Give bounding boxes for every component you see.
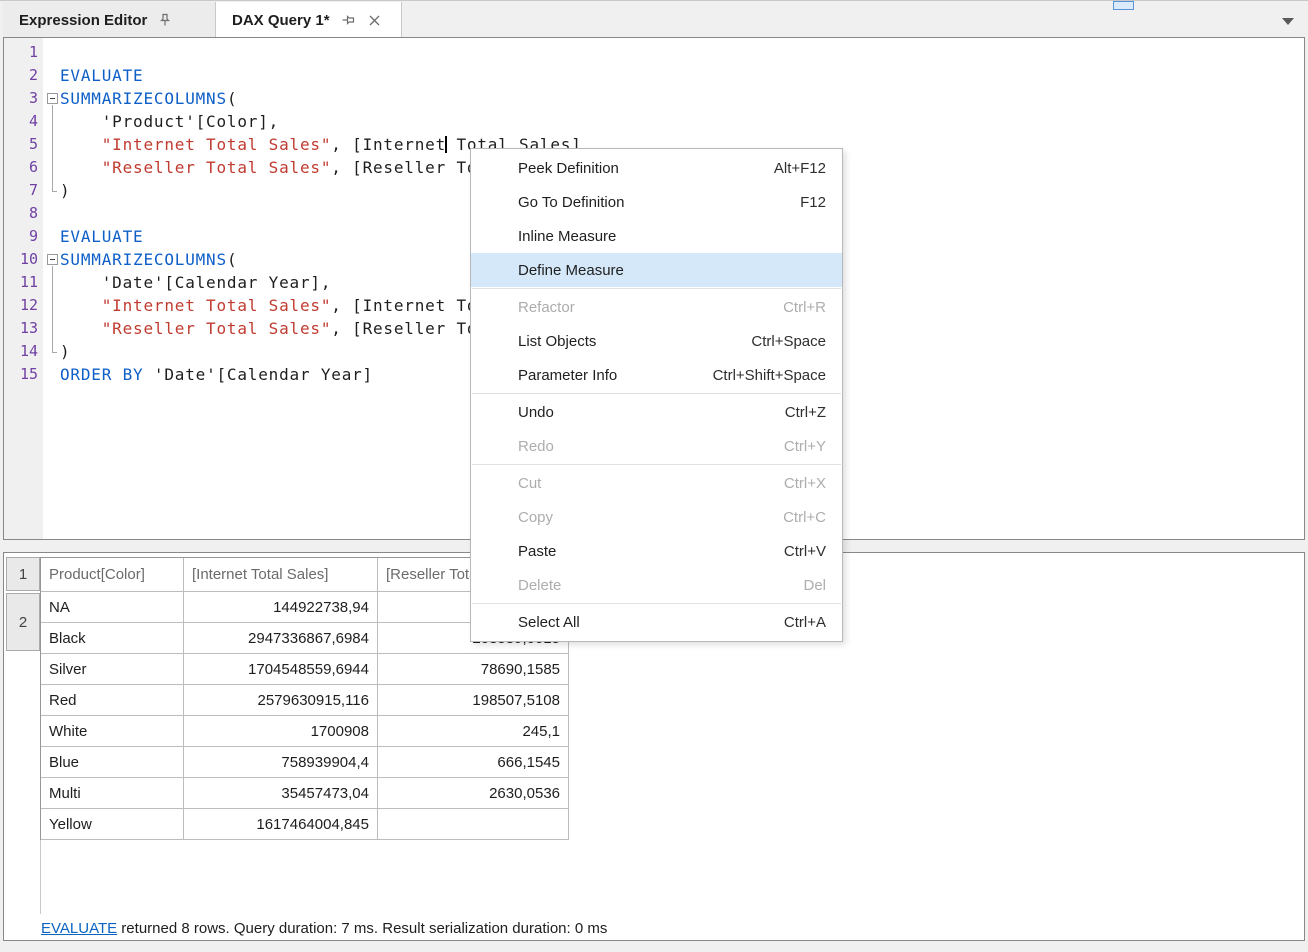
close-icon[interactable] bbox=[366, 11, 384, 29]
menu-item-define-measure[interactable]: Define Measure bbox=[471, 253, 842, 287]
menu-separator bbox=[472, 603, 841, 604]
code-line: 'Product'[Color], bbox=[60, 110, 279, 133]
menu-separator bbox=[472, 288, 841, 289]
value-cell[interactable]: 758939904,4 bbox=[184, 747, 378, 778]
value-cell[interactable]: 245,1 bbox=[378, 716, 569, 747]
menu-item-label: Cut bbox=[518, 475, 541, 492]
menu-item-shortcut: Ctrl+Z bbox=[785, 404, 826, 421]
value-cell[interactable]: 144922738,94 bbox=[184, 592, 378, 623]
menu-item-shortcut: Alt+F12 bbox=[774, 160, 826, 177]
menu-item-cut: Cut Ctrl+X bbox=[471, 466, 842, 500]
menu-item-shortcut: Ctrl+V bbox=[784, 543, 826, 560]
column-header[interactable]: [Internet Total Sales] bbox=[184, 558, 378, 592]
menu-item-shortcut: F12 bbox=[800, 194, 826, 211]
value-cell[interactable]: 666,1545 bbox=[378, 747, 569, 778]
menu-item-label: List Objects bbox=[518, 333, 596, 350]
row-label-cell[interactable]: Silver bbox=[41, 654, 184, 685]
tab-label: Expression Editor bbox=[19, 12, 147, 29]
menu-item-shortcut: Ctrl+Y bbox=[784, 438, 826, 455]
row-label-cell[interactable]: White bbox=[41, 716, 184, 747]
value-cell[interactable]: 2947336867,6984 bbox=[184, 623, 378, 654]
menu-item-copy: Copy Ctrl+C bbox=[471, 500, 842, 534]
menu-item-label: Redo bbox=[518, 438, 554, 455]
menu-item-label: Peek Definition bbox=[518, 160, 619, 177]
row-label-cell[interactable]: NA bbox=[41, 592, 184, 623]
tab-label: DAX Query 1* bbox=[232, 12, 330, 29]
menu-item-shortcut: Ctrl+A bbox=[784, 614, 826, 631]
menu-item-label: Refactor bbox=[518, 299, 575, 316]
value-cell[interactable]: 1704548559,6944 bbox=[184, 654, 378, 685]
menu-item-shortcut: Ctrl+Shift+Space bbox=[713, 367, 826, 384]
tab-dax-query-1[interactable]: DAX Query 1* bbox=[216, 2, 402, 38]
menu-item-label: Parameter Info bbox=[518, 367, 617, 384]
tab-strip: Expression Editor DAX Query 1* bbox=[0, 0, 1308, 37]
query-status-bar: EVALUATE returned 8 rows. Query duration… bbox=[41, 916, 607, 941]
menu-item-go-to-definition[interactable]: Go To Definition F12 bbox=[471, 185, 842, 219]
value-cell[interactable]: 35457473,04 bbox=[184, 778, 378, 809]
result-set-number-1[interactable]: 1 bbox=[6, 557, 40, 591]
code-line: ) bbox=[60, 179, 70, 202]
context-menu: Peek Definition Alt+F12 Go To Definition F1… bbox=[470, 148, 843, 642]
code-line: ) bbox=[60, 340, 70, 363]
menu-item-label: Inline Measure bbox=[518, 228, 616, 245]
dax-editor-window: Expression Editor DAX Query 1* bbox=[0, 0, 1308, 952]
row-label-cell[interactable]: Multi bbox=[41, 778, 184, 809]
menu-item-shortcut: Ctrl+C bbox=[783, 509, 826, 526]
menu-item-label: Go To Definition bbox=[518, 194, 624, 211]
status-text: returned 8 rows. Query duration: 7 ms. R… bbox=[117, 920, 607, 937]
menu-item-shortcut: Ctrl+R bbox=[783, 299, 826, 316]
menu-item-label: Select All bbox=[518, 614, 580, 631]
evaluate-link[interactable]: EVALUATE bbox=[41, 920, 117, 937]
menu-item-label: Paste bbox=[518, 543, 556, 560]
fold-collapse-icon[interactable] bbox=[47, 93, 58, 104]
value-cell[interactable]: 1700908 bbox=[184, 716, 378, 747]
row-label-cell[interactable]: Black bbox=[41, 623, 184, 654]
column-header[interactable]: Product[Color] bbox=[41, 558, 184, 592]
value-cell[interactable] bbox=[378, 809, 569, 840]
row-label-cell[interactable]: Blue bbox=[41, 747, 184, 778]
chevron-down-icon[interactable] bbox=[1282, 18, 1294, 25]
pin-icon[interactable] bbox=[156, 11, 174, 29]
menu-item-shortcut: Ctrl+Space bbox=[751, 333, 826, 350]
menu-item-peek-definition[interactable]: Peek Definition Alt+F12 bbox=[471, 151, 842, 185]
value-cell[interactable]: 1617464004,845 bbox=[184, 809, 378, 840]
pin-icon[interactable] bbox=[339, 11, 357, 29]
code-line: EVALUATE bbox=[60, 64, 143, 87]
menu-item-redo: Redo Ctrl+Y bbox=[471, 429, 842, 463]
tab-expression-editor[interactable]: Expression Editor bbox=[3, 2, 216, 38]
code-line: ORDER BY 'Date'[Calendar Year] bbox=[60, 363, 373, 386]
row-label-cell[interactable]: Yellow bbox=[41, 809, 184, 840]
code-line: SUMMARIZECOLUMNS( bbox=[60, 248, 237, 271]
menu-item-list-objects[interactable]: List Objects Ctrl+Space bbox=[471, 324, 842, 358]
value-cell[interactable]: 2630,0536 bbox=[378, 778, 569, 809]
value-cell[interactable]: 78690,1585 bbox=[378, 654, 569, 685]
menu-separator bbox=[472, 393, 841, 394]
menu-item-label: Copy bbox=[518, 509, 553, 526]
result-set-number-2[interactable]: 2 bbox=[6, 593, 40, 651]
menu-item-undo[interactable]: Undo Ctrl+Z bbox=[471, 395, 842, 429]
row-label-cell[interactable]: Red bbox=[41, 685, 184, 716]
code-line: SUMMARIZECOLUMNS( bbox=[60, 87, 237, 110]
menu-separator bbox=[472, 464, 841, 465]
fold-collapse-icon[interactable] bbox=[47, 254, 58, 265]
menu-item-refactor: Refactor Ctrl+R bbox=[471, 290, 842, 324]
menu-item-parameter-info[interactable]: Parameter Info Ctrl+Shift+Space bbox=[471, 358, 842, 392]
menu-item-shortcut: Ctrl+X bbox=[784, 475, 826, 492]
menu-item-paste[interactable]: Paste Ctrl+V bbox=[471, 534, 842, 568]
menu-item-delete: Delete Del bbox=[471, 568, 842, 602]
tab-strip-marker bbox=[1113, 1, 1134, 10]
menu-item-shortcut: Del bbox=[803, 577, 826, 594]
value-cell[interactable]: 2579630915,116 bbox=[184, 685, 378, 716]
menu-item-label: Undo bbox=[518, 404, 554, 421]
menu-item-inline-measure[interactable]: Inline Measure bbox=[471, 219, 842, 253]
code-line: EVALUATE bbox=[60, 225, 143, 248]
menu-item-select-all[interactable]: Select All Ctrl+A bbox=[471, 605, 842, 639]
menu-item-label: Delete bbox=[518, 577, 561, 594]
value-cell[interactable]: 198507,5108 bbox=[378, 685, 569, 716]
menu-item-label: Define Measure bbox=[518, 262, 624, 279]
code-line: 'Date'[Calendar Year], bbox=[60, 271, 331, 294]
